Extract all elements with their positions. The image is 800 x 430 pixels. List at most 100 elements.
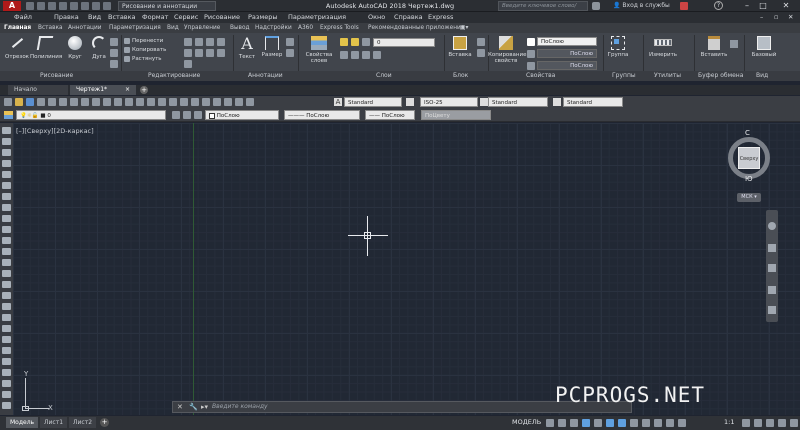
create-block-icon[interactable] [477, 38, 485, 46]
tab-manage[interactable]: Управление [184, 23, 220, 33]
group-tool[interactable]: Группа [604, 36, 632, 58]
new-icon[interactable] [26, 2, 34, 10]
vt-xline-icon[interactable] [2, 138, 11, 145]
circle-tool[interactable]: Круг [62, 36, 88, 60]
sun-icon[interactable] [351, 38, 359, 46]
panel-view-title[interactable]: Вид [756, 71, 768, 81]
rotate-icon[interactable] [184, 38, 192, 46]
table-style-dropdown[interactable]: Standard [488, 97, 548, 107]
calc-icon[interactable] [235, 98, 243, 106]
vt-polygon-icon[interactable] [2, 160, 11, 167]
pan-icon[interactable] [136, 98, 144, 106]
markup-icon[interactable] [224, 98, 232, 106]
zoom-extents-icon[interactable] [768, 264, 776, 272]
vt-mtext-icon[interactable] [2, 325, 11, 332]
command-settings-icon[interactable]: 🔧 [189, 402, 198, 413]
ucs-menu-button[interactable]: МСК ▾ [737, 193, 761, 202]
polyline-tool[interactable]: Полилиния [30, 36, 62, 60]
ribbon-linetype-dropdown[interactable]: ПоСлою [537, 61, 597, 70]
layer-dropdown[interactable]: 💡☼🔓 ■ 0 [16, 110, 166, 120]
isodraft-toggle-icon[interactable] [594, 419, 602, 427]
help-toolbar-icon[interactable] [246, 98, 254, 106]
autoscale-icon[interactable] [678, 419, 686, 427]
paste-toolbar-icon[interactable] [92, 98, 100, 106]
layer-freeze-icon[interactable] [373, 51, 381, 59]
exchange-icon[interactable] [680, 2, 688, 10]
selection-cycling-icon[interactable] [654, 419, 662, 427]
minimize-button[interactable]: – [740, 0, 754, 12]
ribbon-layer-dropdown[interactable]: 0 [373, 38, 435, 47]
clean-screen-icon[interactable] [766, 419, 774, 427]
offset-icon[interactable] [184, 60, 192, 68]
bulb-icon[interactable] [340, 38, 348, 46]
menu-tools[interactable]: Сервис [174, 12, 198, 23]
vt-move-icon[interactable] [2, 402, 11, 409]
panel-layers-title[interactable]: Слои [376, 71, 392, 81]
mirror-icon[interactable] [217, 38, 225, 46]
panel-draw-title[interactable]: Рисование [40, 71, 73, 81]
trim-icon[interactable] [195, 38, 203, 46]
tab-output[interactable]: Вывод [230, 23, 250, 33]
menu-restore[interactable]: ▫ [774, 12, 778, 23]
layer-match-icon[interactable] [351, 51, 359, 59]
panel-block-title[interactable]: Блок [453, 71, 468, 81]
vt-offset-icon[interactable] [2, 380, 11, 387]
color-dropdown[interactable]: ПоСлою [205, 110, 279, 120]
viewcube[interactable]: Сверху С Ю [728, 129, 770, 183]
autocad-logo[interactable]: A [3, 1, 21, 11]
command-input[interactable]: Введите команду [212, 403, 268, 410]
lock-icon[interactable] [362, 38, 370, 46]
linetype-dropdown[interactable]: ——— ПоСлою [284, 110, 360, 120]
layer-properties-tool[interactable]: Свойства слоев [302, 36, 336, 64]
scale-icon[interactable] [206, 49, 214, 57]
binoculars-icon[interactable] [592, 2, 600, 10]
layer-isolate-icon[interactable] [362, 51, 370, 59]
vt-hatch-icon[interactable] [2, 281, 11, 288]
save-icon[interactable] [48, 2, 56, 10]
ribbon-lineweight-dropdown[interactable]: ПоСлою [537, 49, 597, 58]
menu-express[interactable]: Express [428, 12, 453, 23]
redo-toolbar-icon[interactable] [125, 98, 133, 106]
explode-icon[interactable] [195, 49, 203, 57]
vt-region-icon[interactable] [2, 303, 11, 310]
arc-tool[interactable]: Дуга [88, 36, 110, 60]
line-tool[interactable]: Отрезок [3, 36, 31, 60]
vt-gradient-icon[interactable] [2, 292, 11, 299]
zoom-window-icon[interactable] [158, 98, 166, 106]
viewcube-face-top[interactable]: Сверху [738, 147, 760, 169]
layer-previous-icon[interactable] [183, 111, 191, 119]
edit-block-icon[interactable] [477, 49, 485, 57]
leader-icon[interactable] [286, 38, 294, 46]
workspace-dropdown[interactable]: Рисование и аннотации [118, 1, 216, 11]
vt-ellipse-arc-icon[interactable] [2, 237, 11, 244]
vt-mirror-icon[interactable] [2, 369, 11, 376]
search-input[interactable]: Введите ключевое слово/фразу [498, 1, 588, 18]
tab-a360[interactable]: A360 [298, 23, 313, 33]
zoom-previous-icon[interactable] [169, 98, 177, 106]
grid-toggle-icon[interactable] [546, 419, 554, 427]
designcenter-icon[interactable] [191, 98, 199, 106]
redo-icon[interactable] [92, 2, 100, 10]
array-icon[interactable] [217, 49, 225, 57]
layout-tab-model[interactable]: Модель [6, 417, 39, 428]
plot-icon[interactable] [70, 2, 78, 10]
vt-make-block-icon[interactable] [2, 259, 11, 266]
match-properties-tool[interactable]: Копирование свойств [488, 36, 526, 64]
panel-properties-title[interactable]: Свойства [526, 71, 555, 81]
properties-icon[interactable] [180, 98, 188, 106]
ribbon-color-dropdown[interactable]: ПоСлою [537, 37, 597, 46]
menu-dimension[interactable]: Размеры [248, 12, 278, 23]
copy-clip-icon[interactable] [730, 40, 738, 48]
vt-addselected-icon[interactable] [2, 336, 11, 343]
undo-icon[interactable] [81, 2, 89, 10]
paste-tool[interactable]: Вставить [698, 36, 730, 58]
menu-parametric[interactable]: Параметризация [288, 12, 346, 23]
model-space-button[interactable]: МОДЕЛЬ [512, 418, 541, 426]
panel-groups-title[interactable]: Группы [612, 71, 636, 81]
sign-in-button[interactable]: 👤 Вход в службы [613, 0, 670, 12]
text-style-dropdown[interactable]: Standard [344, 97, 402, 107]
base-view-tool[interactable]: Базовый [748, 36, 780, 58]
open-icon[interactable] [37, 2, 45, 10]
snap-toggle-icon[interactable] [558, 419, 566, 427]
vt-rectangle-icon[interactable] [2, 171, 11, 178]
